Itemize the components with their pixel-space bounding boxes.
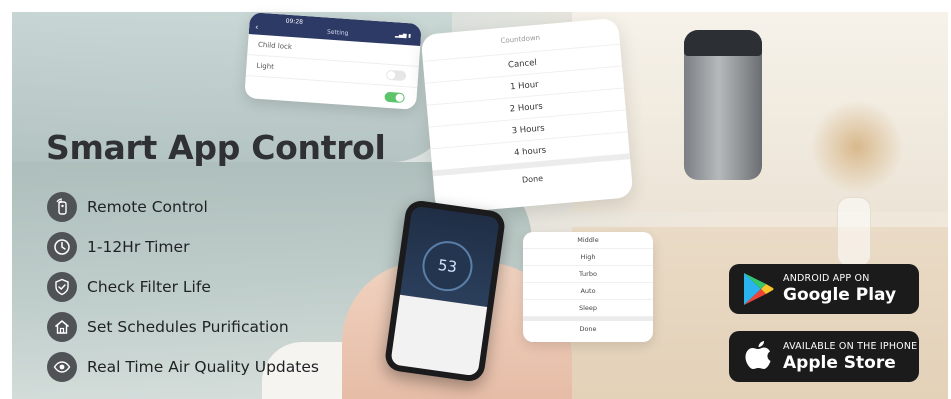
apple-store-text: AVAILABLE ON THE IPHONE Apple Store (783, 341, 917, 373)
setting-row-label: Light (256, 61, 275, 71)
mode-option[interactable]: High (523, 249, 653, 266)
shield-check-icon (47, 272, 77, 302)
air-quality-value: 53 (436, 255, 459, 277)
light-toggle[interactable] (384, 91, 405, 103)
feature-label: Real Time Air Quality Updates (87, 358, 319, 376)
google-play-caption: ANDROID APP ON (783, 273, 870, 284)
setting-screen-card: ‹ 09:28 Setting ▂▄▆ ▮ Child lock Light (244, 12, 422, 110)
feature-label: 1-12Hr Timer (87, 238, 190, 256)
google-play-badge[interactable]: ANDROID APP ON Google Play (729, 264, 919, 314)
feature-item-air-quality: Real Time Air Quality Updates (47, 347, 319, 387)
feature-label: Remote Control (87, 198, 208, 216)
google-play-label: Google Play (783, 285, 897, 305)
google-play-icon (739, 270, 777, 308)
dried-flowers (812, 92, 902, 202)
clock-icon (47, 232, 77, 262)
setting-title: Setting (326, 28, 349, 38)
countdown-picker: Countdown Cancel 1 Hour 2 Hours 3 Hours … (420, 17, 634, 215)
page-title: Smart App Control (46, 128, 386, 167)
mode-option[interactable]: Turbo (523, 266, 653, 283)
air-quality-dial: 53 (419, 237, 476, 295)
eye-icon (47, 352, 77, 382)
setting-row-label: Child lock (257, 40, 293, 52)
feature-item-schedule: Set Schedules Purification (47, 307, 319, 347)
air-purifier-top (684, 30, 762, 56)
google-play-text: ANDROID APP ON Google Play (783, 273, 896, 305)
apple-store-badge[interactable]: AVAILABLE ON THE IPHONE Apple Store (729, 331, 919, 382)
remote-icon (47, 192, 77, 222)
feature-item-filter: Check Filter Life (47, 267, 319, 307)
phone-app-screen: 53 (400, 205, 500, 308)
feature-label: Set Schedules Purification (87, 318, 289, 336)
home-icon (47, 312, 77, 342)
mode-picker: Middle High Turbo Auto Sleep Done (523, 232, 653, 342)
back-arrow-icon[interactable]: ‹ (255, 22, 259, 31)
child-lock-toggle[interactable] (385, 69, 407, 82)
signal-battery-icon: ▂▄▆ ▮ (394, 32, 412, 40)
glass-vase (837, 197, 871, 267)
feature-item-remote: Remote Control (47, 187, 319, 227)
mode-option[interactable]: Auto (523, 283, 653, 300)
mode-option[interactable]: Middle (523, 232, 653, 249)
status-time: 09:28 (285, 17, 304, 26)
feature-item-timer: 1-12Hr Timer (47, 227, 319, 267)
apple-store-label: Apple Store (783, 352, 896, 373)
phone-controls-panel (390, 294, 488, 377)
feature-list: Remote Control 1-12Hr Timer Check Filter… (47, 187, 319, 387)
mode-done-button[interactable]: Done (523, 321, 653, 338)
mode-option[interactable]: Sleep (523, 300, 653, 317)
apple-store-caption: AVAILABLE ON THE IPHONE (783, 340, 918, 352)
apple-logo-icon (739, 338, 777, 376)
feature-label: Check Filter Life (87, 278, 211, 296)
